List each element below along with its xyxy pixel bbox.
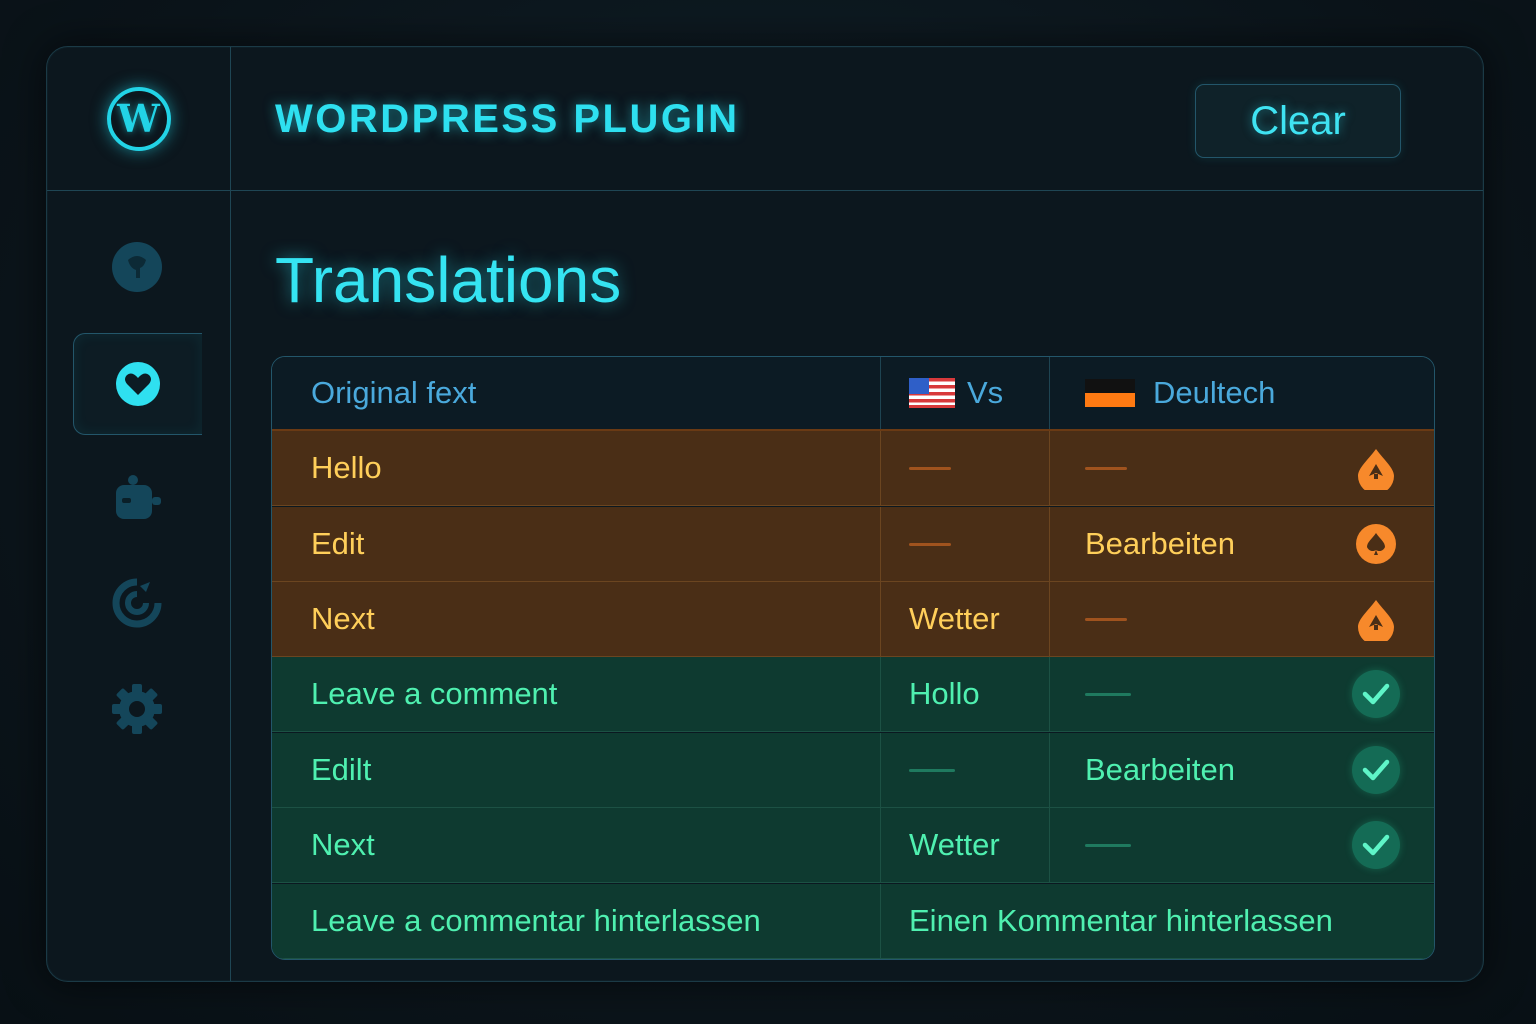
original-text: Leave a commentar hinterlassen xyxy=(311,903,761,938)
plugin-window: W WORDPRESS PLUGIN Clear Translations Or… xyxy=(46,46,1484,982)
table-header: Original fext Vs Deultech xyxy=(272,357,1434,431)
original-text: Edit xyxy=(311,526,365,561)
de-flag-icon xyxy=(1085,379,1135,407)
empty-dash xyxy=(1085,466,1127,470)
column-header-de[interactable]: Deultech xyxy=(1049,357,1434,429)
column-header-de-label: Deultech xyxy=(1153,375,1276,410)
check-icon xyxy=(1352,821,1400,869)
sidebar-item-settings[interactable] xyxy=(73,659,201,759)
sidebar-item-favorites[interactable] xyxy=(73,333,202,435)
empty-dash xyxy=(1085,617,1127,621)
warning-icon[interactable] xyxy=(1352,595,1400,643)
logo-area: W xyxy=(47,47,230,191)
original-text: Next xyxy=(311,601,375,636)
empty-dash xyxy=(1085,843,1131,847)
us-cell: Hollo xyxy=(880,657,1049,731)
gear-icon xyxy=(112,684,162,734)
table-row[interactable]: Edit Bearbeiten xyxy=(272,507,1434,582)
sidebar-item-robot[interactable] xyxy=(73,449,201,549)
translation-text: Einen Kommentar hinterlassen xyxy=(880,884,1434,958)
sidebar-item-globe[interactable] xyxy=(73,217,201,317)
original-text: Hello xyxy=(311,450,382,485)
refresh-icon xyxy=(112,578,162,628)
clear-button[interactable]: Clear xyxy=(1195,84,1401,158)
app-title: WORDPRESS PLUGIN xyxy=(275,97,740,141)
empty-dash xyxy=(909,768,955,772)
us-cell xyxy=(880,507,1049,581)
check-status[interactable] xyxy=(1352,821,1400,869)
table-row[interactable]: Leave a commentar hinterlassen Einen Kom… xyxy=(272,884,1434,959)
table-row[interactable]: Next Wetter xyxy=(272,582,1434,657)
us-cell: Wetter xyxy=(880,582,1049,656)
heart-icon xyxy=(116,362,160,406)
globe-icon xyxy=(112,242,162,292)
us-cell xyxy=(880,733,1049,807)
warning-icon[interactable] xyxy=(1352,444,1400,492)
table-row[interactable]: Leave a comment Hollo xyxy=(272,657,1434,732)
check-icon xyxy=(1352,746,1400,794)
us-flag-icon xyxy=(909,378,955,408)
original-text: Edilt xyxy=(311,752,372,787)
column-header-original[interactable]: Original fext xyxy=(272,357,880,429)
header-bar: WORDPRESS PLUGIN Clear xyxy=(231,47,1483,191)
empty-dash xyxy=(1085,692,1131,696)
sidebar: W xyxy=(47,47,231,981)
us-cell: Wetter xyxy=(880,808,1049,882)
table-row[interactable]: Edilt Bearbeiten xyxy=(272,733,1434,808)
table-row[interactable]: Hello xyxy=(272,431,1434,506)
empty-dash xyxy=(909,466,951,470)
column-header-us-label: Vs xyxy=(967,375,1004,410)
sidebar-item-sync[interactable] xyxy=(73,553,201,653)
original-text: Leave a comment xyxy=(311,676,558,711)
check-status[interactable] xyxy=(1352,670,1400,718)
robot-icon xyxy=(116,475,161,519)
empty-dash xyxy=(909,542,951,546)
warning-icon[interactable] xyxy=(1352,520,1400,568)
page-title: Translations xyxy=(275,244,622,316)
check-status[interactable] xyxy=(1352,746,1400,794)
column-header-us[interactable]: Vs xyxy=(880,357,1049,429)
original-text: Next xyxy=(311,827,375,862)
wordpress-logo-icon[interactable]: W xyxy=(106,86,171,151)
us-cell xyxy=(880,431,1049,505)
translations-table: Original fext Vs Deultech Hello Edit Bea… xyxy=(271,356,1435,960)
check-icon xyxy=(1352,670,1400,718)
table-row[interactable]: Next Wetter xyxy=(272,808,1434,883)
